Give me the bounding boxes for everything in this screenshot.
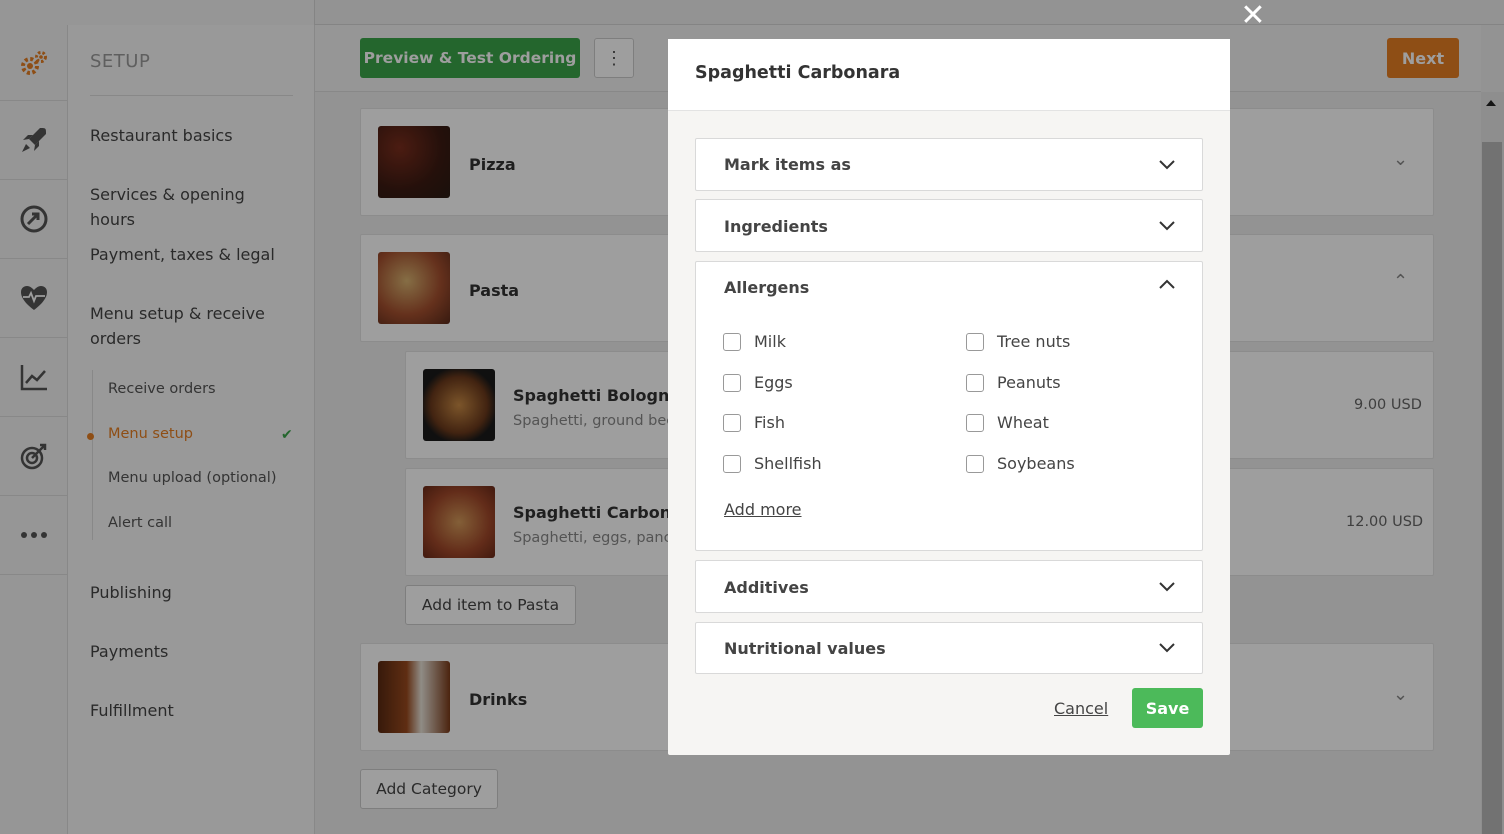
allergen-checkbox-wheat[interactable]: Wheat <box>966 413 1049 432</box>
allergen-label: Shellfish <box>754 454 822 473</box>
chevron-down-icon <box>1159 643 1175 653</box>
save-button[interactable]: Save <box>1132 688 1203 728</box>
allergen-checkbox-tree-nuts[interactable]: Tree nuts <box>966 332 1070 351</box>
allergen-label: Tree nuts <box>997 332 1071 351</box>
accordion-ingredients[interactable]: Ingredients <box>695 199 1203 252</box>
allergen-label: Eggs <box>754 373 793 392</box>
modal-title: Spaghetti Carbonara <box>695 63 901 83</box>
checkbox[interactable] <box>723 413 741 432</box>
allergen-label: Fish <box>754 413 785 432</box>
chevron-down-icon <box>1159 582 1175 592</box>
allergen-label: Milk <box>754 332 786 351</box>
accordion-mark-items[interactable]: Mark items as <box>695 138 1203 191</box>
checkbox[interactable] <box>723 373 741 392</box>
checkbox[interactable] <box>966 454 984 473</box>
allergen-label: Soybeans <box>997 454 1075 473</box>
chevron-up-icon[interactable] <box>1158 276 1176 294</box>
checkbox[interactable] <box>966 373 984 392</box>
allergen-checkbox-fish[interactable]: Fish <box>723 413 785 432</box>
modal-header: Spaghetti Carbonara <box>668 39 1230 111</box>
checkbox[interactable] <box>723 454 741 473</box>
accordion-title: Ingredients <box>724 217 828 236</box>
close-icon[interactable]: ✕ <box>1239 1 1267 31</box>
allergen-checkbox-shellfish[interactable]: Shellfish <box>723 454 822 473</box>
accordion-allergens: Allergens Milk Eggs Fish Shellfish Tree … <box>695 261 1203 551</box>
chevron-down-icon <box>1159 160 1175 170</box>
accordion-title: Additives <box>724 578 809 597</box>
accordion-nutritional-values[interactable]: Nutritional values <box>695 622 1203 674</box>
accordion-title: Mark items as <box>724 155 851 174</box>
accordion-title[interactable]: Allergens <box>724 278 809 297</box>
allergen-checkbox-eggs[interactable]: Eggs <box>723 373 793 392</box>
allergen-label: Peanuts <box>997 373 1061 392</box>
accordion-additives[interactable]: Additives <box>695 560 1203 613</box>
checkbox[interactable] <box>966 413 984 432</box>
chevron-down-icon <box>1159 221 1175 231</box>
allergen-label: Wheat <box>997 413 1049 432</box>
allergen-checkbox-soybeans[interactable]: Soybeans <box>966 454 1075 473</box>
allergen-checkbox-milk[interactable]: Milk <box>723 332 786 351</box>
accordion-title: Nutritional values <box>724 639 886 658</box>
add-more-link[interactable]: Add more <box>724 500 802 519</box>
checkbox[interactable] <box>723 332 741 351</box>
checkbox[interactable] <box>966 332 984 351</box>
cancel-button[interactable]: Cancel <box>1054 699 1108 718</box>
allergen-checkbox-peanuts[interactable]: Peanuts <box>966 373 1061 392</box>
item-details-modal: Spaghetti Carbonara Mark items as Ingred… <box>668 39 1230 755</box>
